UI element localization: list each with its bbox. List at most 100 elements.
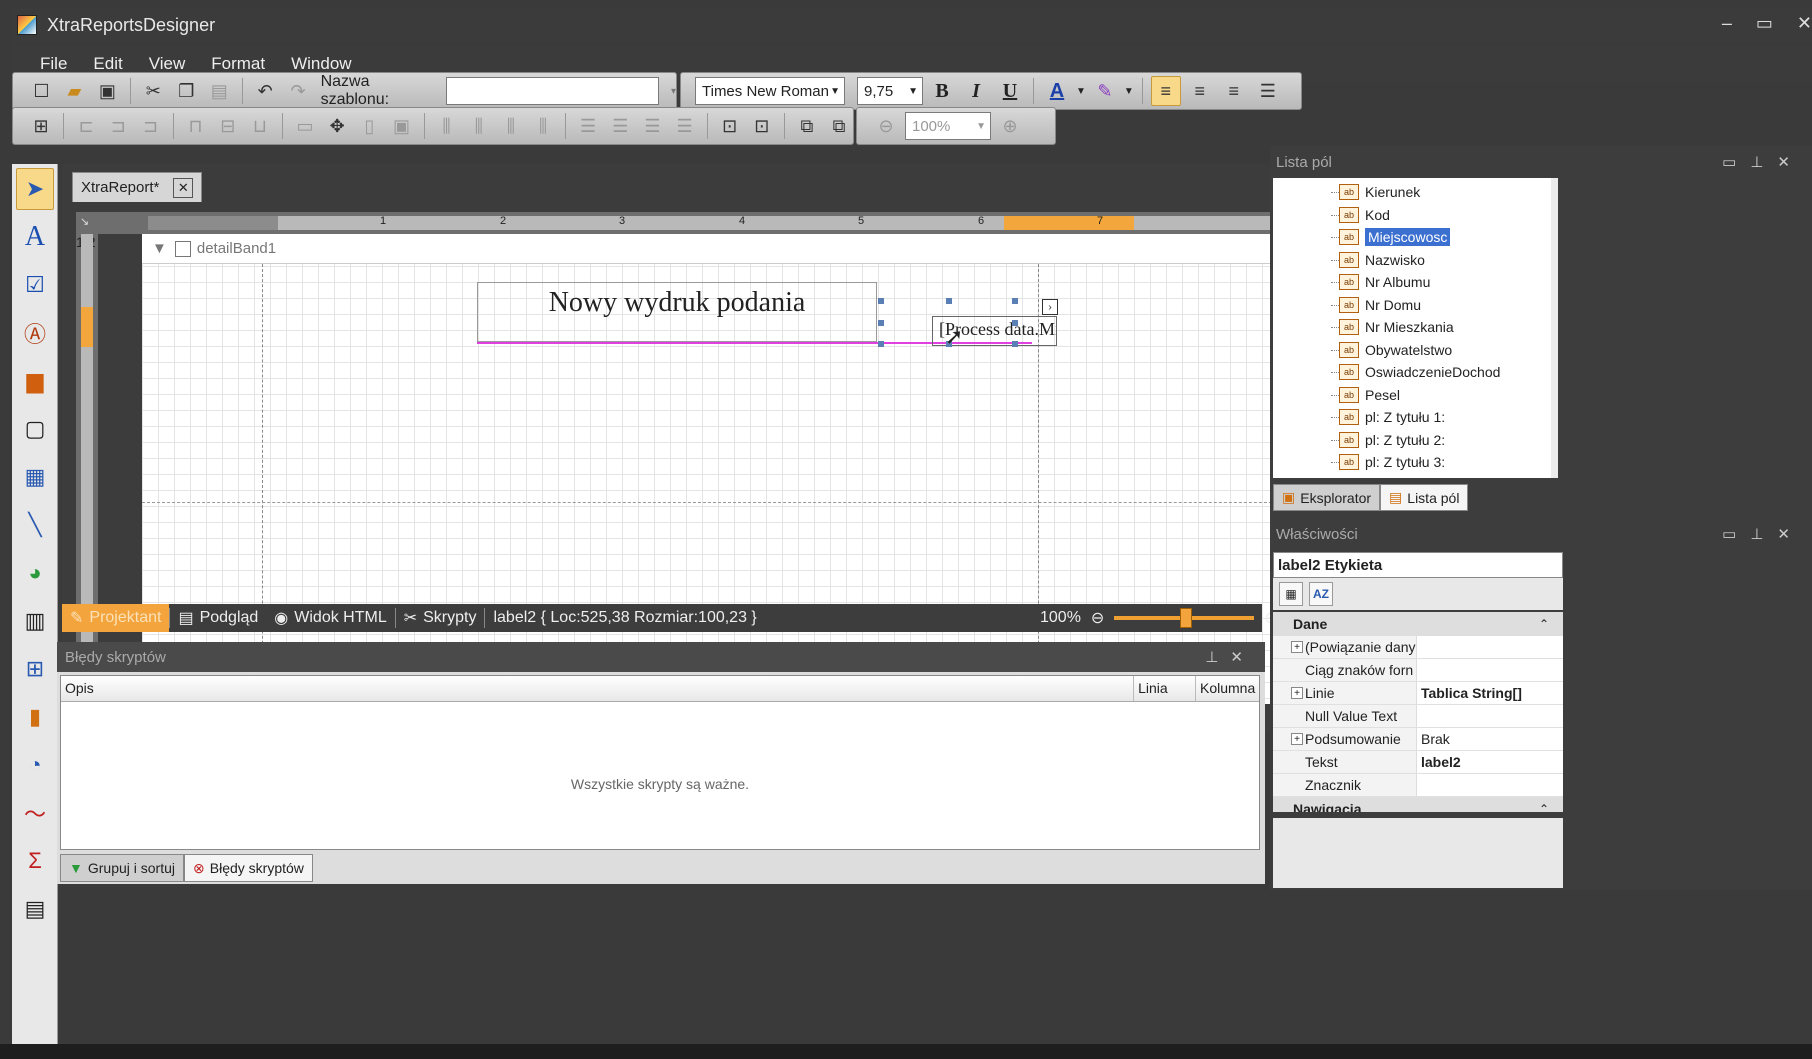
property-row[interactable]: Ciąg znaków forn [1273, 659, 1563, 682]
copy-icon[interactable]: ❐ [172, 76, 201, 106]
tab-group-sort[interactable]: ▼ Grupuj i sortuj [60, 854, 185, 882]
font-size-select[interactable]: 9,75 ▼ [857, 77, 923, 105]
pin-icon[interactable]: ⊥ [1205, 649, 1230, 666]
align-right-icon[interactable]: ≡ [1219, 76, 1249, 106]
list-item[interactable]: ab Nr Albumu [1273, 271, 1558, 294]
category-row[interactable]: Dane ⌃ [1273, 612, 1563, 636]
resize-handle[interactable] [878, 320, 884, 326]
align-bottoms-icon[interactable]: ⊔ [246, 111, 274, 141]
property-row[interactable]: Null Value Text [1273, 705, 1563, 728]
list-item[interactable]: ab Obywatelstwo [1273, 339, 1558, 362]
pin-icon[interactable]: ⊥ [1750, 526, 1777, 543]
category-row[interactable]: Nawigacja ⌃ [1273, 797, 1563, 812]
expand-icon[interactable]: + [1291, 687, 1303, 699]
new-file-icon[interactable]: ☐ [27, 76, 56, 106]
panel-tool-icon[interactable]: ▢ [16, 408, 54, 450]
align-tops-icon[interactable]: ⊓ [182, 111, 210, 141]
close-icon[interactable]: ✕ [1777, 154, 1804, 171]
barcode-tool-icon[interactable]: ▥ [16, 600, 54, 642]
label-tool-icon[interactable]: A [16, 216, 54, 258]
list-item-selected[interactable]: ab Miejscowosc [1273, 226, 1558, 249]
maximize-icon[interactable]: ▭ [1756, 13, 1773, 34]
tab-explorer[interactable]: ▣ Eksplorator [1273, 484, 1381, 511]
highlight-dropdown-icon[interactable]: ▼ [1124, 86, 1134, 97]
align-to-grid-icon[interactable]: ⊞ [27, 111, 55, 141]
align-middles-icon[interactable]: ⊟ [214, 111, 242, 141]
list-item[interactable]: ab pl: Z tytułu 2: [1273, 429, 1558, 452]
bold-button[interactable]: B [927, 76, 957, 106]
list-item[interactable]: ab Pesel [1273, 384, 1558, 407]
zoom-out-icon[interactable]: ⊖ [871, 111, 901, 141]
zoom-slider[interactable] [1114, 608, 1255, 628]
resize-handle[interactable] [878, 341, 884, 347]
paste-icon[interactable]: ▤ [205, 76, 234, 106]
undo-icon[interactable]: ↶ [251, 76, 280, 106]
resize-handle[interactable] [1012, 298, 1018, 304]
cut-icon[interactable]: ✂ [139, 76, 168, 106]
list-item[interactable]: ab pl: Z tytułu 3: [1273, 451, 1558, 474]
align-center-icon[interactable]: ≡ [1185, 76, 1215, 106]
hspace-increase-icon[interactable]: ⫼ [465, 111, 493, 141]
align-left-icon[interactable]: ≡ [1150, 76, 1181, 106]
smart-tag-icon[interactable]: › [1042, 299, 1058, 315]
italic-button[interactable]: I [961, 76, 991, 106]
menu-edit[interactable]: Edit [80, 54, 135, 74]
object-selector[interactable]: label2 Etykieta [1273, 552, 1563, 578]
same-height-icon[interactable]: ▯ [355, 111, 383, 141]
vspace-increase-icon[interactable]: ☰ [606, 111, 634, 141]
list-item[interactable]: ab Kod [1273, 204, 1558, 227]
property-row[interactable]: Znacznik [1273, 774, 1563, 797]
zoom-in-icon[interactable]: ⊕ [995, 111, 1025, 141]
vspace-equal-icon[interactable]: ☰ [574, 111, 602, 141]
menu-window[interactable]: Window [278, 54, 364, 74]
underline-button[interactable]: U [995, 76, 1025, 106]
tab-xtrareport[interactable]: XtraReport* ✕ [72, 172, 203, 202]
pageinfo-tool-icon[interactable]: ▤ [16, 888, 54, 930]
picture-tool-icon[interactable]: ▆ [16, 360, 54, 402]
template-name-input[interactable] [446, 77, 659, 105]
redo-icon[interactable]: ↷ [284, 76, 313, 106]
save-icon[interactable]: ▣ [93, 76, 122, 106]
maximize-icon[interactable]: ▭ [1722, 526, 1750, 543]
zipcode-tool-icon[interactable]: ⊞ [16, 648, 54, 690]
close-icon[interactable]: ✕ [1777, 526, 1804, 543]
expand-icon[interactable]: + [1291, 733, 1303, 745]
tab-designer[interactable]: ✎ Projektant [62, 604, 170, 632]
align-justify-icon[interactable]: ☰ [1253, 76, 1283, 106]
column-header[interactable]: Opis [61, 676, 1135, 701]
list-item[interactable]: ab Nazwisko [1273, 249, 1558, 272]
font-color-dropdown-icon[interactable]: ▼ [1076, 86, 1086, 97]
resize-handle[interactable] [1012, 341, 1018, 347]
summary-tool-icon[interactable]: Σ [16, 840, 54, 882]
vspace-decrease-icon[interactable]: ☰ [638, 111, 666, 141]
center-horizontally-icon[interactable]: ⊡ [716, 111, 744, 141]
font-name-select[interactable]: Times New Roman ▼ [695, 77, 845, 105]
close-icon[interactable]: ✕ [1230, 649, 1255, 666]
same-size-icon[interactable]: ▣ [387, 111, 415, 141]
table-tool-icon[interactable]: ▦ [16, 456, 54, 498]
toolbar-overflow-icon[interactable]: ▾ [671, 86, 676, 97]
property-row[interactable]: + (Powiązanie dany [1273, 636, 1563, 659]
maximize-icon[interactable]: ▭ [1722, 154, 1750, 171]
close-tab-icon[interactable]: ✕ [173, 177, 194, 198]
list-item[interactable]: ab pl: Z tytułu 1: [1273, 406, 1558, 429]
center-vertically-icon[interactable]: ⊡ [748, 111, 776, 141]
hspace-equal-icon[interactable]: ⫼ [432, 111, 460, 141]
tab-script-errors[interactable]: ⊗ Błędy skryptów [184, 854, 313, 882]
gauge-tool-icon[interactable]: ◔ [16, 744, 54, 786]
close-icon[interactable]: ✕ [1797, 13, 1812, 34]
collapse-icon[interactable]: ⌃ [1539, 617, 1549, 631]
column-header[interactable]: Kolumna [1196, 676, 1259, 701]
categorized-icon[interactable]: ▦ [1279, 582, 1303, 606]
collapse-band-icon[interactable]: ▼ [152, 240, 167, 257]
align-lefts-icon[interactable]: ⊏ [72, 111, 100, 141]
menu-file[interactable]: File [12, 54, 80, 74]
size-to-grid-icon[interactable]: ✥ [323, 111, 351, 141]
report-canvas[interactable]: ▼ detailBand1 Nowy wydruk podania [Proce… [142, 234, 1317, 704]
resize-handle[interactable] [878, 298, 884, 304]
menu-view[interactable]: View [136, 54, 199, 74]
send-to-back-icon[interactable]: ⧉ [825, 111, 853, 141]
list-item[interactable]: ab Nr Mieszkania [1273, 316, 1558, 339]
vspace-remove-icon[interactable]: ☰ [671, 111, 699, 141]
tab-field-list[interactable]: ▤ Lista pól [1380, 484, 1469, 511]
